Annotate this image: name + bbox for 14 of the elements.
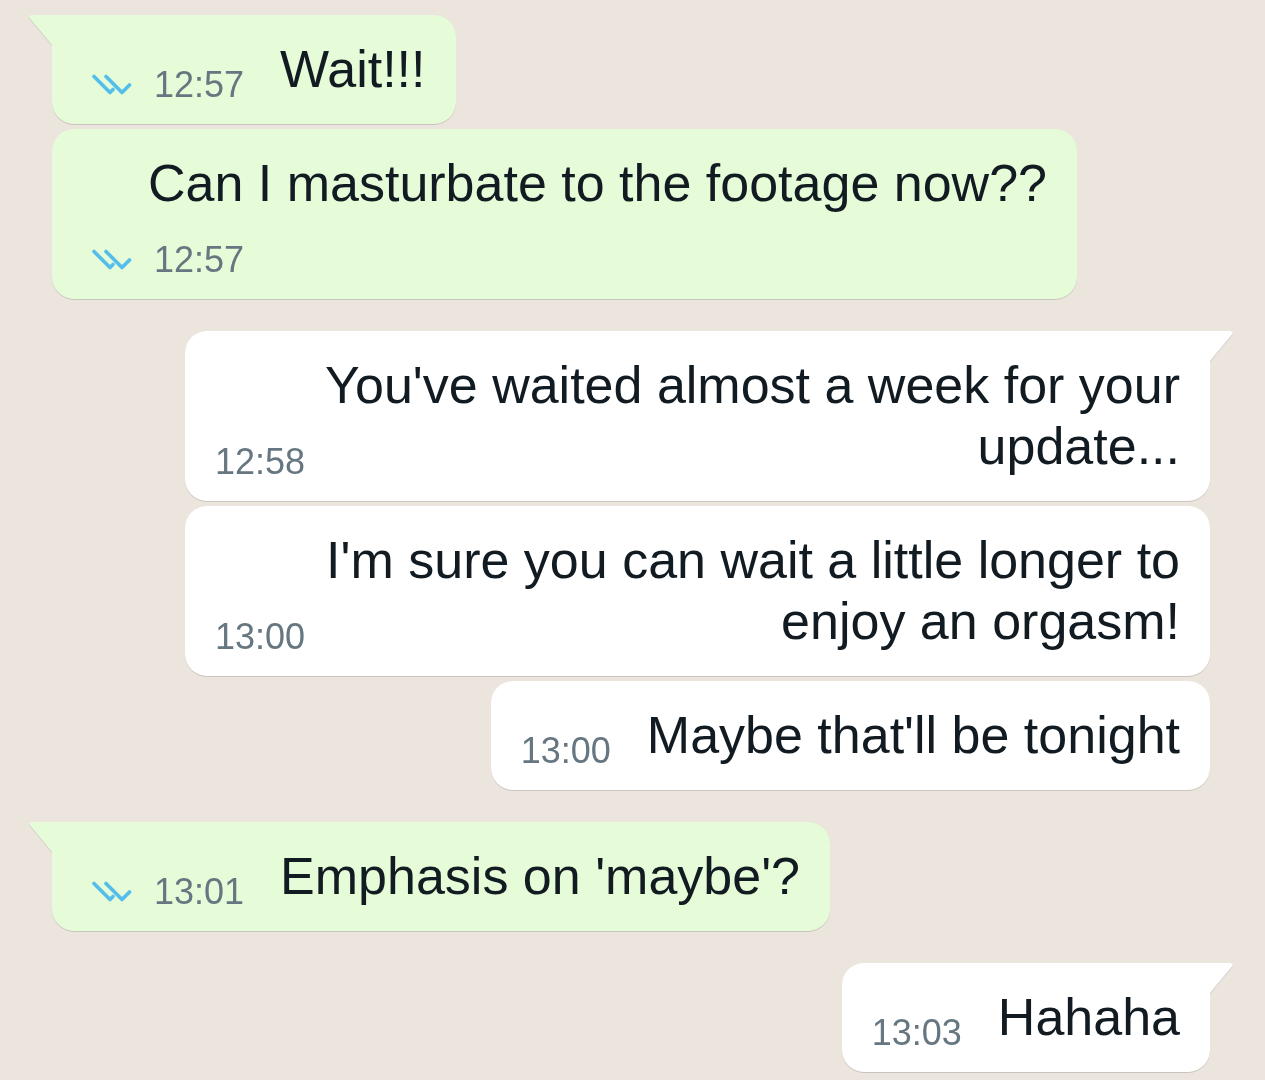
message-time: 12:57 bbox=[154, 245, 245, 275]
message-text: Maybe that'll be tonight bbox=[646, 706, 1180, 764]
message-text: Hahaha bbox=[997, 988, 1180, 1046]
message-time: 13:01 bbox=[154, 877, 245, 907]
message-text: Emphasis on 'maybe'? bbox=[280, 847, 800, 905]
message-text: You've waited almost a week for your update... bbox=[325, 356, 1180, 475]
message-text: I'm sure you can wait a little longer to enjoy an orgasm! bbox=[326, 531, 1180, 650]
message-time: 12:58 bbox=[215, 447, 306, 477]
message-text: Wait!!! bbox=[280, 40, 426, 98]
message-time: 13:00 bbox=[215, 622, 306, 652]
message-text: Can I masturbate to the footage now?? bbox=[147, 154, 1047, 212]
message-time: 13:00 bbox=[520, 736, 611, 766]
message-time: 13:03 bbox=[871, 1018, 962, 1048]
message-time: 12:57 bbox=[154, 70, 245, 100]
